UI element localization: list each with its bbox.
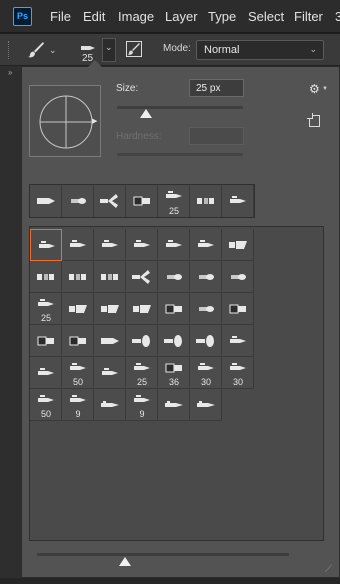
grid-brush-preset[interactable] xyxy=(94,357,126,389)
grid-brush-preset[interactable] xyxy=(190,389,222,421)
bottom-strip xyxy=(0,578,340,584)
menu-edit[interactable]: Edit xyxy=(83,9,105,24)
grid-brush-preset[interactable] xyxy=(190,261,222,293)
grid-brush-preset[interactable] xyxy=(158,293,190,325)
grid-brush-preset[interactable]: 9 xyxy=(62,389,94,421)
grid-brush-preset[interactable]: 50 xyxy=(30,389,62,421)
menu-layer[interactable]: Layer xyxy=(165,9,198,24)
hardness-label: Hardness: xyxy=(116,131,162,142)
recent-brushes-row: 25 xyxy=(29,184,255,218)
grid-brush-preset[interactable] xyxy=(62,229,94,261)
grid-brush-preset[interactable]: 9 xyxy=(126,389,158,421)
collapse-arrows-icon[interactable]: » xyxy=(8,68,12,77)
grid-brush-preset[interactable]: 25 xyxy=(30,293,62,325)
recent-brush-preset[interactable] xyxy=(30,185,62,217)
grid-brush-preset[interactable] xyxy=(126,229,158,261)
menu-3d[interactable]: 3 xyxy=(335,9,340,24)
grid-brush-preset[interactable] xyxy=(158,389,190,421)
hardness-input xyxy=(189,127,244,145)
brush-size-label: 9 xyxy=(75,409,81,419)
menu-filter[interactable]: Filter xyxy=(294,9,323,24)
recent-brush-preset[interactable] xyxy=(62,185,94,217)
brush-preset-grid: 25 50 25 36 30 30 50 9 9 xyxy=(29,226,324,541)
brush-size-label: 9 xyxy=(139,409,145,419)
grid-brush-preset[interactable] xyxy=(62,293,94,325)
thumbnail-size-slider-track[interactable] xyxy=(37,553,289,556)
brush-picker-toggle[interactable]: ⌄ xyxy=(102,38,116,62)
blend-mode-select[interactable]: Normal ⌄ xyxy=(196,40,324,60)
mode-label: Mode: xyxy=(163,43,191,54)
grid-brush-preset[interactable] xyxy=(30,325,62,357)
chevron-down-icon: ⌄ xyxy=(105,42,113,52)
grid-brush-preset[interactable] xyxy=(222,293,254,325)
size-slider-track[interactable] xyxy=(117,106,243,109)
brush-size-label: 50 xyxy=(40,409,51,419)
recent-brush-preset[interactable] xyxy=(94,185,126,217)
grid-brush-preset[interactable] xyxy=(158,261,190,293)
play-arrow-icon[interactable]: ▶ xyxy=(92,117,97,125)
menu-image[interactable]: Image xyxy=(118,9,154,24)
chevron-down-icon[interactable]: ▼ xyxy=(322,86,328,92)
recent-brush-preset[interactable] xyxy=(222,185,254,217)
tool-preset-chevron-down-icon[interactable]: ⌄ xyxy=(49,45,57,56)
grid-brush-preset[interactable]: 36 xyxy=(158,357,190,389)
brush-size-label: 25 xyxy=(168,206,179,216)
recent-brush-preset[interactable] xyxy=(190,185,222,217)
chevron-down-icon: ⌄ xyxy=(309,44,317,54)
brush-size-label: 30 xyxy=(200,377,211,387)
grid-brush-preset[interactable] xyxy=(190,293,222,325)
grid-brush-preset[interactable] xyxy=(94,229,126,261)
grid-brush-preset[interactable] xyxy=(126,293,158,325)
grid-brush-preset[interactable] xyxy=(94,261,126,293)
grid-brush-preset[interactable] xyxy=(94,389,126,421)
menu-type[interactable]: Type xyxy=(208,9,236,24)
brush-size-label: 30 xyxy=(232,377,243,387)
grid-brush-preset[interactable] xyxy=(94,325,126,357)
photoshop-logo: Ps xyxy=(13,7,32,26)
recent-brush-preset[interactable]: 25 xyxy=(158,185,190,217)
grid-brush-preset[interactable]: 30 xyxy=(190,357,222,389)
grid-brush-preset[interactable] xyxy=(190,229,222,261)
grid-brush-preset[interactable] xyxy=(62,261,94,293)
brush-size-label: 36 xyxy=(168,377,179,387)
resize-grip-icon[interactable]: ⟋ xyxy=(325,564,332,575)
new-preset-icon[interactable] xyxy=(307,113,320,127)
brush-panel-icon[interactable] xyxy=(126,41,142,62)
recent-brush-preset[interactable] xyxy=(126,185,158,217)
size-slider-thumb[interactable] xyxy=(139,109,152,118)
brush-icon[interactable] xyxy=(27,41,45,64)
popover-arrow xyxy=(88,60,102,67)
blend-mode-value: Normal xyxy=(204,44,240,56)
grid-brush-preset[interactable] xyxy=(222,229,254,261)
brush-size-label: 25 xyxy=(40,313,51,323)
size-input[interactable]: 25 px xyxy=(189,79,244,97)
grid-brush-preset[interactable]: 30 xyxy=(222,357,254,389)
grid-brush-preset[interactable] xyxy=(30,229,62,261)
menu-file[interactable]: File xyxy=(50,9,71,24)
grid-brush-preset[interactable] xyxy=(94,293,126,325)
grid-brush-preset[interactable] xyxy=(126,261,158,293)
brush-tip-preview xyxy=(29,85,101,157)
options-bar-grip[interactable] xyxy=(8,41,10,59)
grid-brush-preset[interactable] xyxy=(222,261,254,293)
tools-panel-strip: » xyxy=(0,66,22,584)
thumbnail-size-slider-thumb[interactable] xyxy=(119,557,132,566)
size-label: Size: xyxy=(116,83,139,94)
gear-icon[interactable]: ⚙ xyxy=(309,82,320,96)
menu-select[interactable]: Select xyxy=(248,9,284,24)
grid-brush-preset[interactable] xyxy=(158,229,190,261)
hardness-slider-track xyxy=(117,153,243,156)
menu-bar: Ps File Edit Image Layer Type Select Fil… xyxy=(0,0,340,33)
options-bar: ⌄ 25 ⌄ Mode: Normal ⌄ xyxy=(0,34,340,66)
